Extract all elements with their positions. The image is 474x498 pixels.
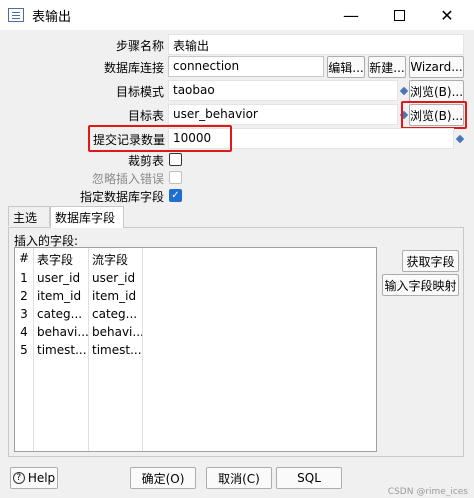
highlight-box-browse bbox=[401, 101, 467, 129]
map-fields-button[interactable]: 输入字段映射 bbox=[382, 274, 459, 296]
wizard-button[interactable]: Wizard... bbox=[409, 56, 464, 78]
ignore-errors-checkbox bbox=[169, 171, 182, 184]
row-number: 3 bbox=[20, 307, 28, 321]
stream-field-cell[interactable]: user_id bbox=[89, 270, 142, 288]
variable-icon bbox=[455, 134, 465, 144]
edit-connection-button[interactable]: 编辑... bbox=[327, 56, 365, 78]
window-title: 表输出 bbox=[32, 10, 72, 25]
table-field-cell[interactable]: item_id bbox=[34, 288, 88, 306]
table-output-icon bbox=[8, 8, 24, 22]
row-number: 4 bbox=[20, 325, 28, 339]
target-schema-label: 目标模式 bbox=[115, 85, 164, 99]
field-mapping-table[interactable]: # 表字段 流字段 1 user_id user_id 2 item_id it… bbox=[14, 247, 377, 452]
step-name-label: 步骤名称 bbox=[115, 39, 164, 53]
sql-button[interactable]: SQL bbox=[276, 467, 342, 489]
column-header-table-field[interactable]: 表字段 bbox=[34, 250, 88, 268]
table-field-cell[interactable]: timest... bbox=[34, 342, 88, 360]
stream-field-cell[interactable]: behavi... bbox=[89, 324, 142, 342]
row-number: 5 bbox=[20, 343, 28, 357]
row-number: 2 bbox=[20, 289, 28, 303]
column-header-stream-field[interactable]: 流字段 bbox=[89, 250, 142, 268]
ok-button[interactable]: 确定(O) bbox=[130, 467, 196, 489]
ignore-errors-label: 忽略插入错误 bbox=[91, 172, 164, 186]
help-icon: ? bbox=[12, 472, 25, 484]
new-connection-button[interactable]: 新建... bbox=[368, 56, 406, 78]
variable-icon bbox=[399, 86, 409, 96]
connection-label: 数据库连接 bbox=[103, 61, 164, 75]
title-bar: 表输出 — ✕ bbox=[0, 0, 474, 30]
table-field-cell[interactable]: user_id bbox=[34, 270, 88, 288]
maximize-icon bbox=[393, 9, 405, 21]
tab-main-options[interactable]: 主选项 bbox=[8, 206, 50, 242]
table-field-cell[interactable]: behavi... bbox=[34, 324, 88, 342]
get-fields-button[interactable]: 获取字段 bbox=[402, 250, 459, 272]
stream-field-cell[interactable]: categ... bbox=[89, 306, 142, 324]
help-label: Help bbox=[27, 471, 56, 485]
truncate-table-checkbox[interactable] bbox=[169, 153, 182, 166]
specify-fields-checkbox[interactable]: ✓ bbox=[169, 189, 182, 202]
maximize-button[interactable] bbox=[376, 0, 422, 30]
schema-browse-button[interactable]: 浏览(B)... bbox=[409, 80, 464, 102]
target-table-input[interactable]: user_behavior bbox=[168, 104, 398, 125]
step-name-input[interactable]: 表输出 bbox=[168, 34, 464, 55]
watermark: CSDN @rime_ices bbox=[387, 487, 468, 497]
column-header-num: # bbox=[18, 251, 30, 265]
help-button[interactable]: ? Help bbox=[10, 467, 58, 489]
target-table-label: 目标表 bbox=[127, 109, 164, 123]
close-button[interactable]: ✕ bbox=[424, 0, 470, 30]
highlight-box-commit bbox=[88, 125, 232, 152]
cancel-button[interactable]: 取消(C) bbox=[206, 467, 272, 489]
stream-field-cell[interactable]: item_id bbox=[89, 288, 142, 306]
table-field-cell[interactable]: categ... bbox=[34, 306, 88, 324]
stream-field-cell[interactable]: timest... bbox=[89, 342, 142, 360]
minimize-button[interactable]: — bbox=[328, 0, 374, 30]
truncate-table-label: 裁剪表 bbox=[127, 154, 164, 168]
row-number: 1 bbox=[20, 271, 28, 285]
tab-database-fields[interactable]: 数据库字段 bbox=[50, 206, 124, 228]
connection-select[interactable]: connection bbox=[168, 56, 324, 77]
specify-fields-label: 指定数据库字段 bbox=[80, 190, 165, 204]
target-schema-input[interactable]: taobao bbox=[168, 80, 398, 101]
